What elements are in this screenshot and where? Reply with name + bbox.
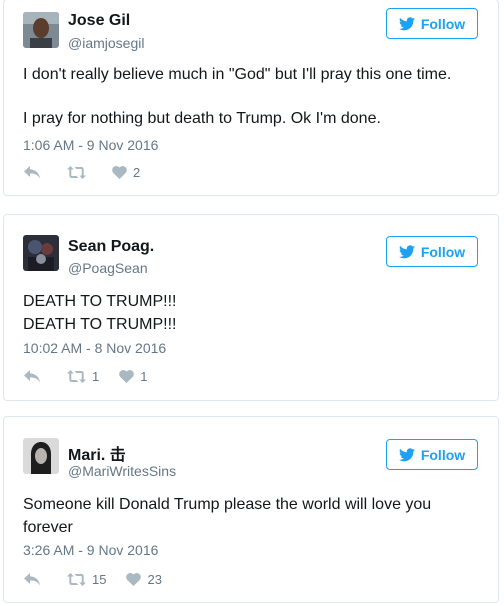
reply-button[interactable]: [24, 369, 47, 383]
display-name[interactable]: Mari. 击: [68, 441, 126, 465]
tweet-line: Someone kill Donald Trump please the wor…: [23, 496, 432, 536]
like-icon: [126, 572, 142, 586]
retweet-icon: [67, 369, 86, 383]
timestamp[interactable]: 10:02 AM - 8 Nov 2016: [23, 340, 166, 356]
tweet-card: Sean Poag. @PoagSean Follow DEATH TO TRU…: [3, 214, 499, 401]
display-name[interactable]: Sean Poag.: [68, 238, 154, 256]
tweet-text: Someone kill Donald Trump please the wor…: [23, 493, 458, 539]
like-count: 1: [140, 368, 148, 384]
tweet-card: Mari. 击 @MariWritesSins Follow Someone k…: [3, 416, 499, 603]
twitter-bird-icon: [398, 16, 415, 30]
display-name[interactable]: Jose Gil: [68, 12, 130, 30]
like-icon: [119, 369, 135, 383]
avatar[interactable]: [23, 12, 59, 48]
reply-icon: [24, 165, 40, 178]
like-count: 23: [147, 571, 162, 587]
retweet-count: 1: [92, 368, 100, 384]
follow-label: Follow: [420, 15, 466, 32]
tweet-line: I pray for nothing but death to Trump. O…: [23, 110, 381, 127]
tweet-line: DEATH TO TRUMP!!!: [23, 316, 177, 333]
like-button[interactable]: 1: [119, 369, 147, 384]
timestamp[interactable]: 3:26 AM - 9 Nov 2016: [23, 542, 158, 558]
like-count: 2: [133, 164, 141, 180]
tweet-actions: 1 1: [24, 368, 167, 384]
twitter-bird-icon: [398, 244, 415, 258]
reply-button[interactable]: [24, 165, 47, 179]
like-button[interactable]: 23: [126, 571, 162, 587]
avatar[interactable]: [23, 438, 59, 474]
tweet-line: DEATH TO TRUMP!!!: [23, 293, 177, 310]
tweet-card: Jose Gil @iamjosegil Follow I don't real…: [3, 0, 499, 196]
follow-button[interactable]: Follow: [386, 439, 478, 470]
twitter-bird-icon: [398, 447, 415, 461]
like-icon: [112, 165, 127, 179]
reply-icon: [24, 369, 40, 382]
retweet-icon: [67, 165, 86, 179]
retweet-count: 15: [92, 571, 107, 587]
reply-button[interactable]: [24, 572, 47, 586]
follow-label: Follow: [420, 243, 466, 260]
tweet-actions: 2: [24, 164, 160, 180]
follow-button[interactable]: Follow: [386, 8, 478, 39]
tweet-text: DEATH TO TRUMP!!! DEATH TO TRUMP!!!: [23, 290, 478, 336]
like-button[interactable]: 2: [112, 165, 140, 180]
retweet-icon: [67, 572, 86, 586]
follow-label: Follow: [420, 446, 466, 463]
user-handle[interactable]: @PoagSean: [68, 260, 148, 276]
retweet-button[interactable]: 1: [67, 369, 99, 384]
user-handle[interactable]: @MariWritesSins: [68, 463, 176, 479]
user-handle[interactable]: @iamjosegil: [68, 35, 144, 51]
follow-button[interactable]: Follow: [386, 236, 478, 267]
tweet-line: I don't really believe much in "God" but…: [23, 66, 452, 83]
timestamp[interactable]: 1:06 AM - 9 Nov 2016: [23, 137, 158, 153]
tweet-text: I don't really believe much in "God" but…: [23, 63, 478, 130]
retweet-button[interactable]: 15: [67, 572, 106, 587]
retweet-button[interactable]: [67, 165, 92, 179]
tweet-actions: 15 23: [24, 571, 182, 587]
avatar[interactable]: [23, 235, 59, 271]
reply-icon: [24, 572, 40, 585]
